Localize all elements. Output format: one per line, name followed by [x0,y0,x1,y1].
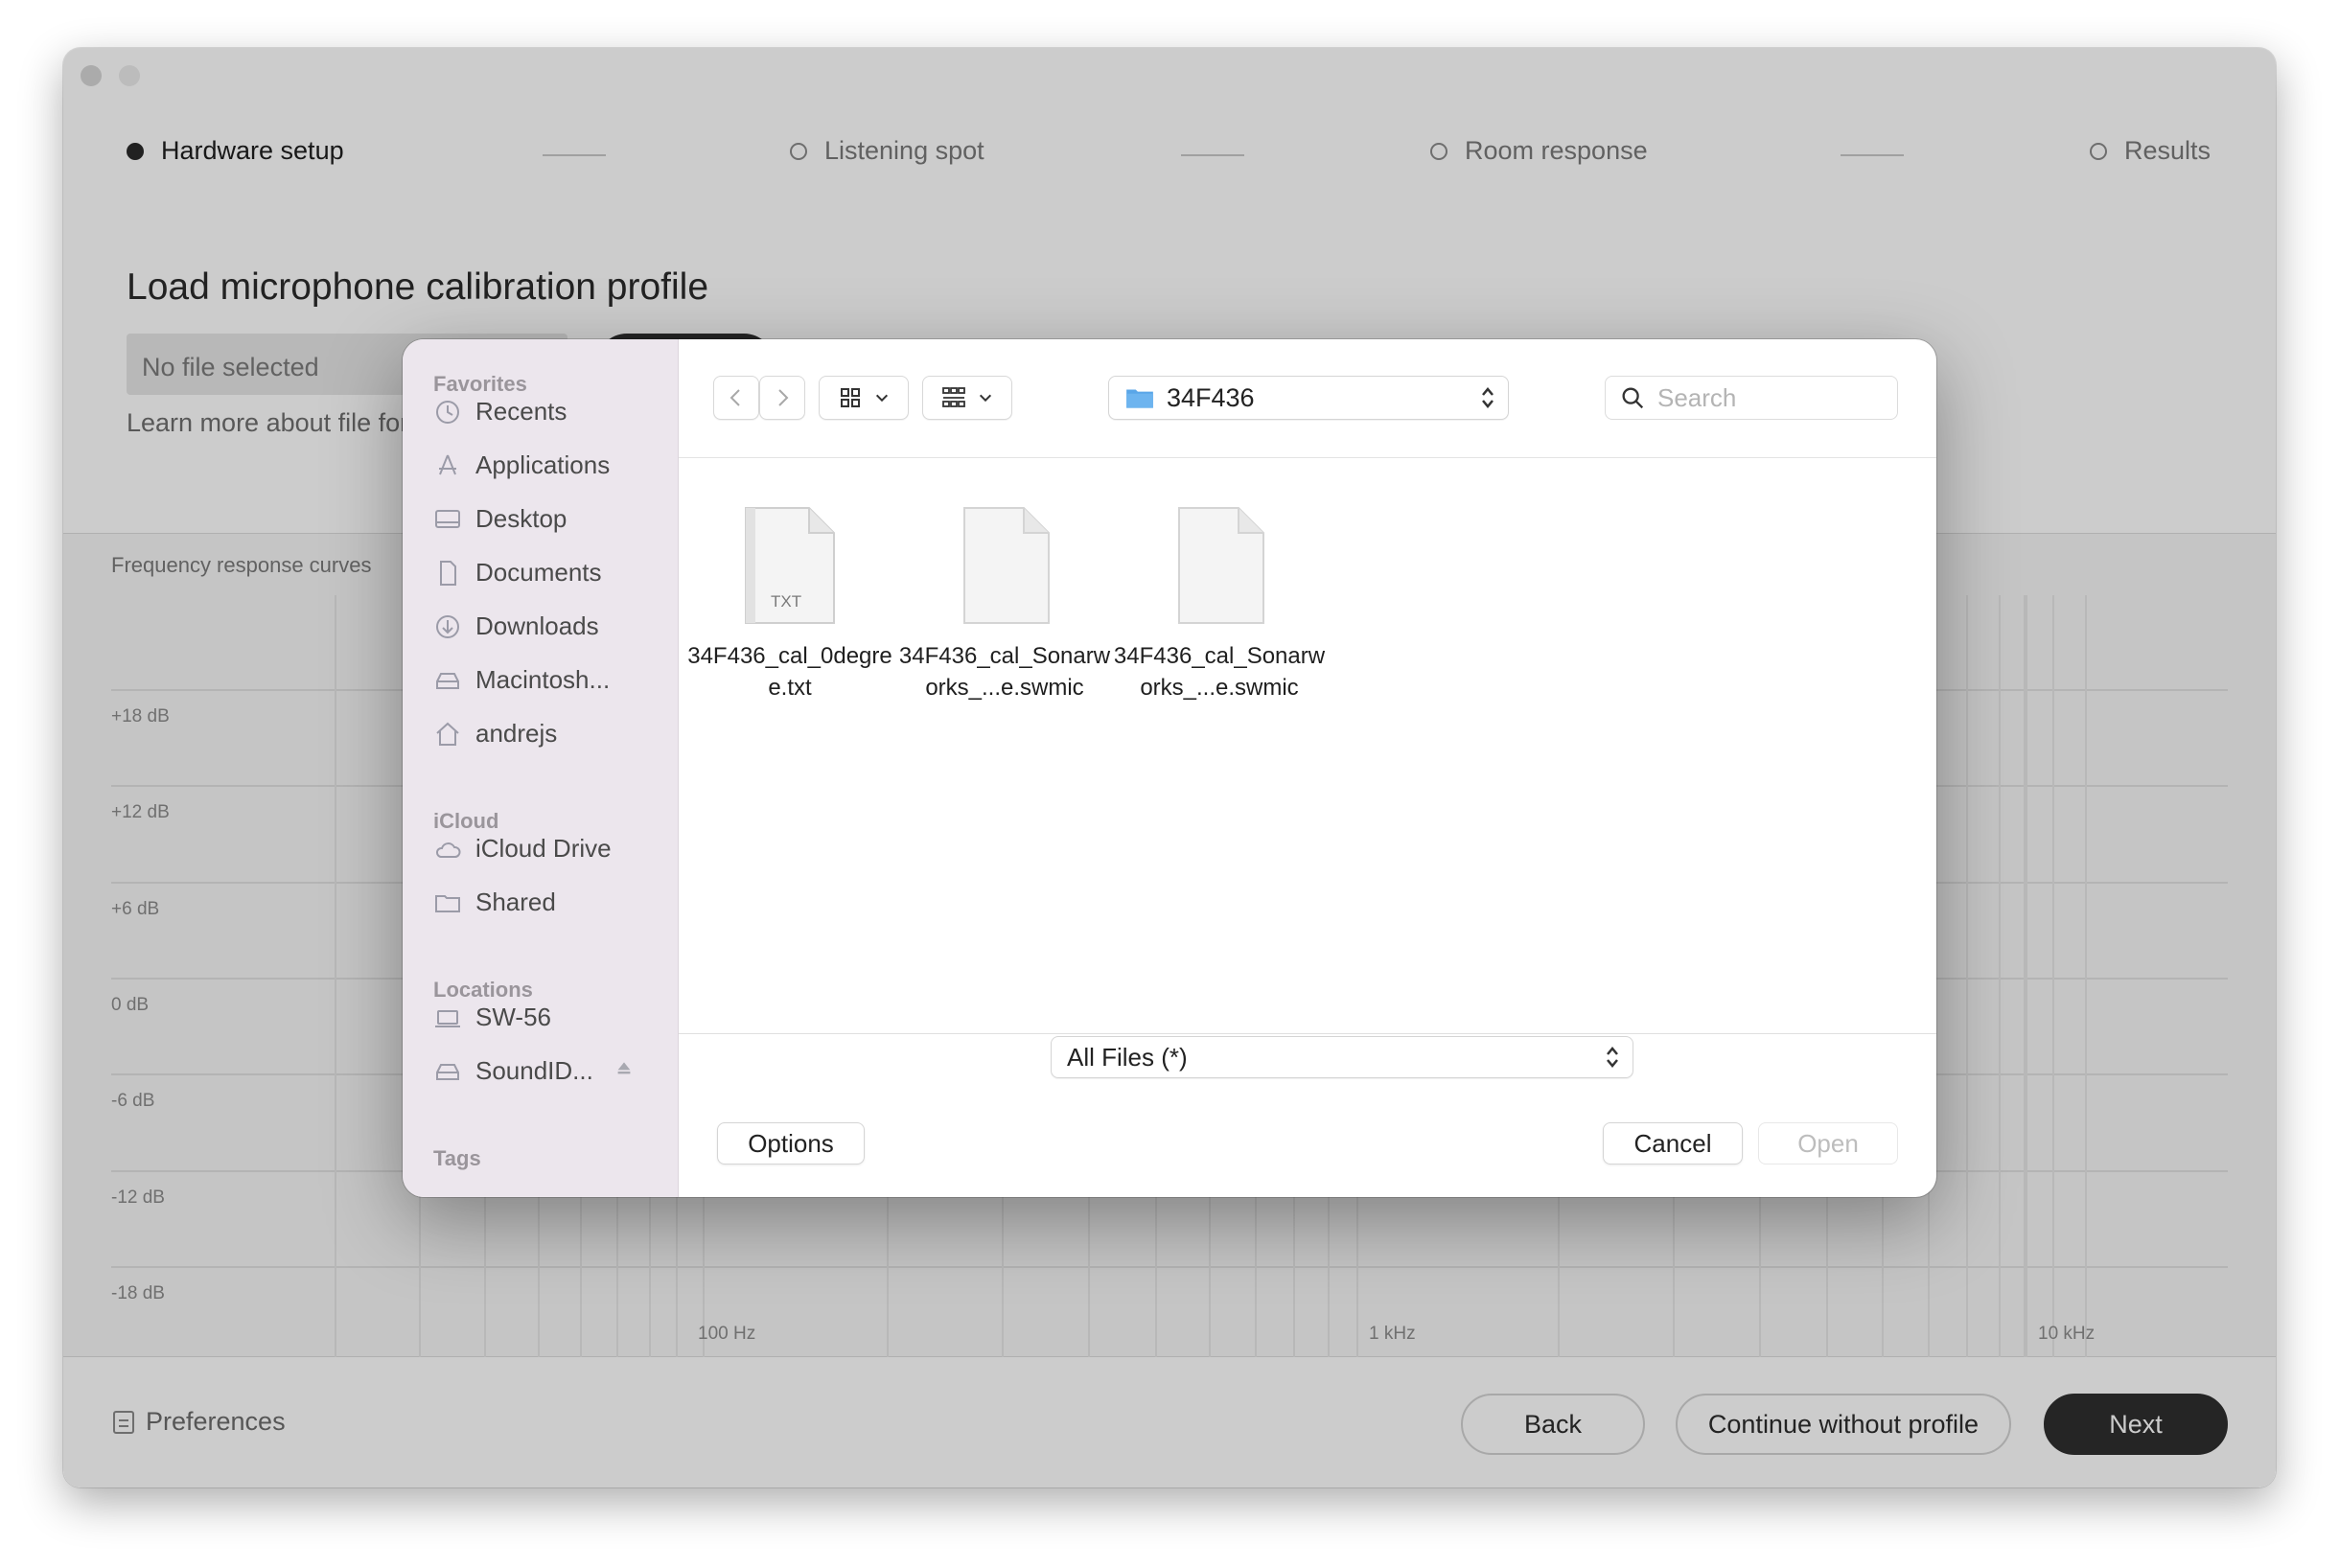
folder-icon [1126,389,1153,408]
sidebar-section-tags: Tags [433,1146,481,1170]
file-name: 34F436_cal_Sonarworks_...e.swmic [1113,643,1326,701]
text-file-icon: TXT [742,506,838,625]
file-name: 34F436_cal_Sonarworks_...e.swmic [898,643,1111,701]
shared-folder-icon [433,888,462,917]
chevron-down-icon [875,394,889,403]
options-button[interactable]: Options [717,1122,865,1164]
sidebar-item-downloads[interactable]: Downloads [433,611,599,641]
updown-arrows-icon [1482,387,1494,408]
file-browser: TXT 34F436_cal_0degree.txt 34F436_cal_So… [679,458,1936,1033]
eject-icon[interactable] [613,1056,636,1086]
updown-arrows-icon [1607,1047,1618,1068]
sidebar-item-icloud-drive[interactable]: iCloud Drive [433,834,612,864]
chevron-left-icon [729,389,740,406]
sidebar-item-label: Documents [475,558,602,587]
sidebar-item-label: Downloads [475,611,599,640]
search-field[interactable]: Search [1605,376,1898,420]
location-popup[interactable]: 34F436 [1108,376,1509,420]
sidebar-item-recents[interactable]: Recents [433,397,567,427]
clock-icon [433,398,462,427]
sidebar-item-label: Shared [475,888,556,916]
sidebar-item-label: Applications [475,450,611,479]
sidebar-item-documents[interactable]: Documents [433,558,602,588]
generic-file-icon [1171,506,1267,625]
grid-view-icon [841,388,860,407]
sidebar-item-macintosh[interactable]: Macintosh... [433,665,610,695]
sidebar-section-favorites: Favorites [433,372,527,396]
search-icon [1622,387,1644,409]
sidebar-item-soundid[interactable]: SoundID... [433,1056,636,1086]
generic-file-icon [957,506,1053,625]
file-item[interactable]: TXT 34F436_cal_0degree.txt [683,506,897,703]
location-label: 34F436 [1167,382,1255,412]
sidebar-item-applications[interactable]: Applications [433,450,610,480]
search-placeholder: Search [1657,382,1737,412]
sidebar-item-label: SW-56 [475,1003,551,1031]
file-item[interactable]: 34F436_cal_Sonarworks_...e.swmic [897,506,1112,703]
home-icon [433,720,462,749]
sidebar-item-home[interactable]: andrejs [433,719,557,749]
open-button[interactable]: Open [1758,1122,1898,1164]
cancel-button[interactable]: Cancel [1603,1122,1743,1164]
desktop-icon [433,505,462,534]
document-icon [433,559,462,588]
dialog-sidebar: Favorites Recents Applications Desktop D… [403,339,679,1197]
chevron-down-icon [979,394,992,403]
filter-label: All Files (*) [1067,1042,1188,1072]
back-nav-button[interactable] [713,376,759,420]
sidebar-item-label: Recents [475,397,567,426]
laptop-icon [433,1003,462,1032]
disk-icon [433,666,462,695]
download-icon [433,612,462,641]
chevron-right-icon [778,389,789,406]
dialog-toolbar: 34F436 Search [679,339,1936,458]
view-mode-button[interactable] [819,376,909,420]
sidebar-item-desktop[interactable]: Desktop [433,504,567,534]
disk-icon [433,1057,462,1086]
cloud-icon [433,835,462,864]
sidebar-section-icloud: iCloud [433,809,499,833]
group-by-button[interactable] [922,376,1012,420]
sidebar-item-sw56[interactable]: SW-56 [433,1003,551,1032]
group-icon [942,387,965,407]
sidebar-item-shared[interactable]: Shared [433,888,556,917]
sidebar-item-label: SoundID... [475,1056,593,1085]
forward-nav-button[interactable] [759,376,805,420]
file-item[interactable]: 34F436_cal_Sonarworks_...e.swmic [1112,506,1327,703]
applications-icon [433,451,462,480]
sidebar-item-label: iCloud Drive [475,834,612,863]
sidebar-section-locations: Locations [433,978,533,1002]
sidebar-item-label: andrejs [475,719,558,748]
dialog-footer: All Files (*) Options Cancel Open [679,1033,1936,1197]
open-file-dialog: Favorites Recents Applications Desktop D… [403,339,1936,1197]
file-type-badge: TXT [771,592,802,611]
sidebar-item-label: Desktop [475,504,567,533]
file-name: 34F436_cal_0degree.txt [687,643,892,701]
sidebar-item-label: Macintosh... [475,665,611,694]
file-type-filter[interactable]: All Files (*) [1051,1036,1633,1078]
